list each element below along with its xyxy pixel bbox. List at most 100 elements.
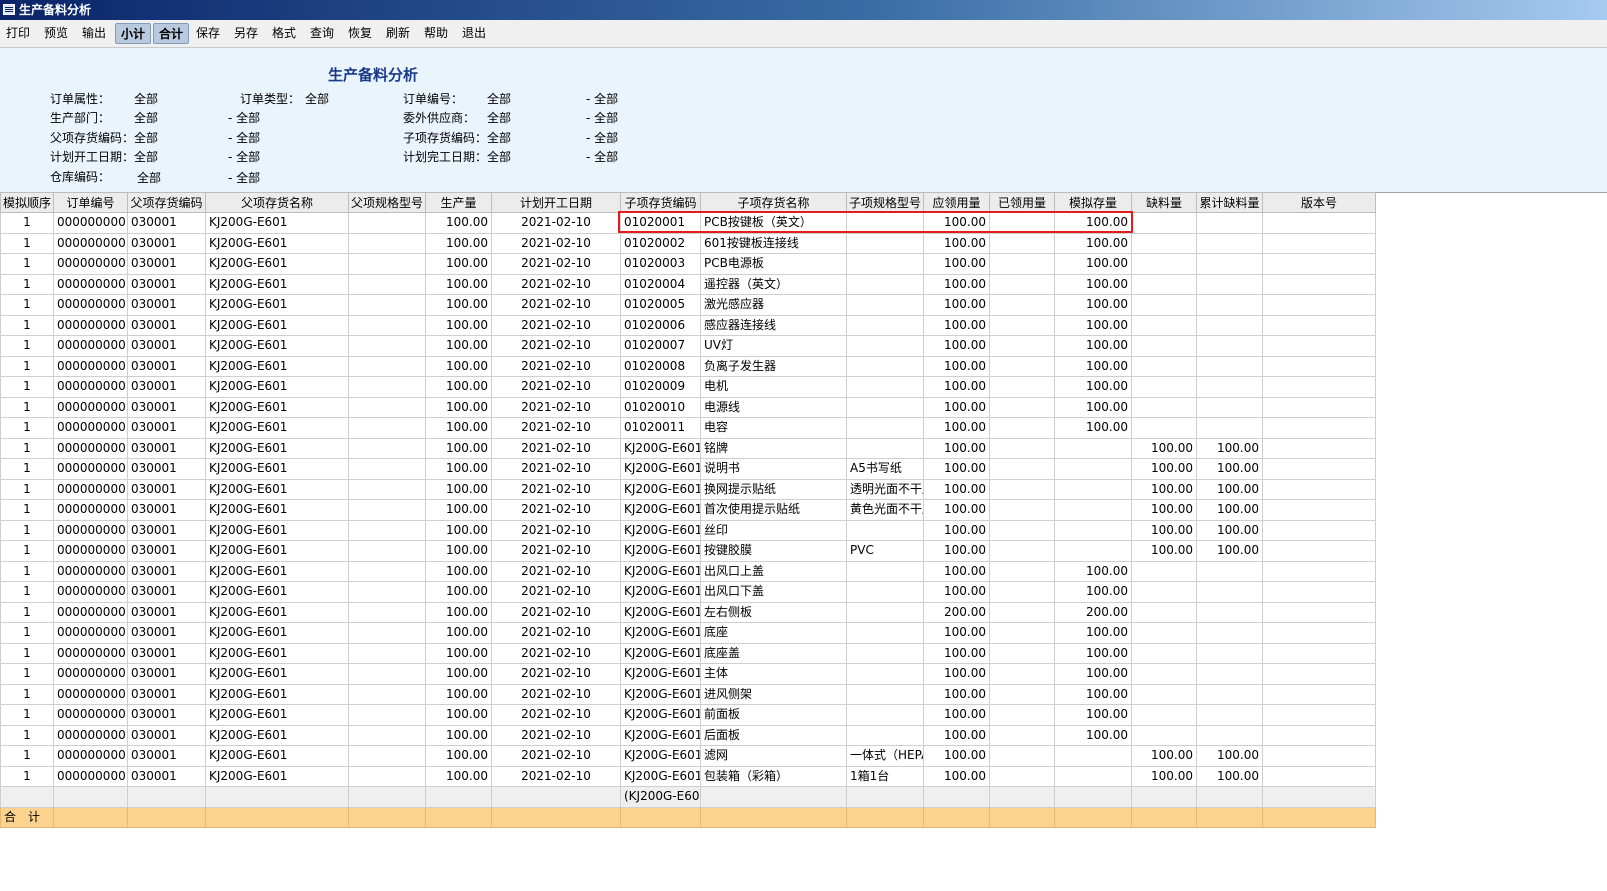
table-row[interactable]: 1 0000000001 030001 KJ200G-E601 100.00 2021-0… bbox=[0, 663, 1376, 685]
cell-child-code: KJ200G-E601 bbox=[620, 745, 701, 767]
help-button[interactable]: 帮助 bbox=[420, 23, 452, 44]
cell-child-code: KJ200G-E601 bbox=[620, 704, 701, 726]
cell-sim-stock: 100.00 bbox=[1054, 396, 1132, 418]
cell-child-spec bbox=[846, 212, 924, 234]
save-as-button[interactable]: 另存 bbox=[230, 23, 262, 44]
cell-parent-name: KJ200G-E601 bbox=[205, 273, 349, 295]
table-row[interactable]: 1 0000000001 030001 KJ200G-E601 100.00 2021-0… bbox=[0, 294, 1376, 316]
exit-button[interactable]: 退出 bbox=[458, 23, 490, 44]
cell-version-no bbox=[1262, 376, 1376, 398]
cell-child-spec: A5书写纸 bbox=[846, 458, 924, 480]
col-header-shortage-qty[interactable]: 缺料量 bbox=[1131, 192, 1197, 213]
save-button[interactable]: 保存 bbox=[192, 23, 224, 44]
col-header-child-code[interactable]: 子项存货编码 bbox=[620, 192, 701, 213]
table-row[interactable]: 1 0000000001 030001 KJ200G-E601 100.00 2021-0… bbox=[0, 765, 1376, 787]
cell-parent-code: 030001 bbox=[127, 478, 206, 500]
table-row[interactable]: 1 0000000001 030001 KJ200G-E601 100.00 2021-0… bbox=[0, 253, 1376, 275]
subtotal-cell bbox=[923, 786, 990, 808]
cell-sim-order: 1 bbox=[0, 253, 54, 275]
cell-sim-stock bbox=[1054, 745, 1132, 767]
table-row[interactable]: 1 0000000001 030001 KJ200G-E601 100.00 2021-0… bbox=[0, 560, 1376, 582]
table-row[interactable]: 1 0000000001 030001 KJ200G-E601 100.00 2021-0… bbox=[0, 642, 1376, 664]
cell-parent-code: 030001 bbox=[127, 273, 206, 295]
cell-issued-qty bbox=[989, 745, 1055, 767]
table-row[interactable]: 1 0000000001 030001 KJ200G-E601 100.00 2021-0… bbox=[0, 499, 1376, 521]
query-button[interactable]: 查询 bbox=[306, 23, 338, 44]
cell-child-spec bbox=[846, 622, 924, 644]
col-header-parent-code[interactable]: 父项存货编码 bbox=[127, 192, 206, 213]
print-button[interactable]: 打印 bbox=[2, 23, 34, 44]
cell-shortage-qty bbox=[1131, 232, 1197, 254]
format-button[interactable]: 格式 bbox=[268, 23, 300, 44]
table-row[interactable]: 1 0000000001 030001 KJ200G-E601 100.00 2021-0… bbox=[0, 683, 1376, 705]
preview-button[interactable]: 预览 bbox=[40, 23, 72, 44]
col-header-child-name[interactable]: 子项存货名称 bbox=[700, 192, 847, 213]
table-row[interactable]: 1 0000000001 030001 KJ200G-E601 100.00 2021-0… bbox=[0, 273, 1376, 295]
refresh-button[interactable]: 刷新 bbox=[382, 23, 414, 44]
cell-parent-code: 030001 bbox=[127, 683, 206, 705]
table-row[interactable]: 1 0000000001 030001 KJ200G-E601 100.00 2021-0… bbox=[0, 437, 1376, 459]
cell-parent-spec bbox=[348, 745, 426, 767]
cell-parent-name: KJ200G-E601 bbox=[205, 314, 349, 336]
subtotal-cell bbox=[348, 786, 426, 808]
table-row[interactable]: 1 0000000001 030001 KJ200G-E601 100.00 2021-0… bbox=[0, 396, 1376, 418]
table-row[interactable]: 1 0000000001 030001 KJ200G-E601 100.00 2021-0… bbox=[0, 581, 1376, 603]
col-header-prod-qty[interactable]: 生产量 bbox=[425, 192, 492, 213]
table-row[interactable]: 1 0000000001 030001 KJ200G-E601 100.00 2021-0… bbox=[0, 622, 1376, 644]
table-row[interactable]: 1 0000000001 030001 KJ200G-E601 100.00 2021-0… bbox=[0, 335, 1376, 357]
subtotal-button[interactable]: 小计 bbox=[115, 23, 151, 44]
cell-order-no: 0000000001 bbox=[53, 581, 128, 603]
cell-sim-order: 1 bbox=[0, 765, 54, 787]
col-header-issued-qty[interactable]: 已领用量 bbox=[989, 192, 1055, 213]
cell-parent-spec bbox=[348, 294, 426, 316]
cell-order-no: 0000000001 bbox=[53, 519, 128, 541]
table-row[interactable]: 1 0000000001 030001 KJ200G-E601 100.00 2021-0… bbox=[0, 519, 1376, 541]
col-header-child-spec[interactable]: 子项规格型号 bbox=[846, 192, 924, 213]
table-row[interactable]: 1 0000000001 030001 KJ200G-E601 100.00 2021-0… bbox=[0, 704, 1376, 726]
cell-version-no bbox=[1262, 253, 1376, 275]
table-row[interactable]: 1 0000000001 030001 KJ200G-E601 100.00 2021-0… bbox=[0, 458, 1376, 480]
table-row[interactable]: 1 0000000001 030001 KJ200G-E601 100.00 2021-0… bbox=[0, 724, 1376, 746]
col-header-cum-shortage-qty[interactable]: 累计缺料量 bbox=[1196, 192, 1263, 213]
col-header-required-qty[interactable]: 应领用量 bbox=[923, 192, 990, 213]
col-header-sim-order[interactable]: 模拟顺序 bbox=[0, 192, 54, 213]
cell-sim-order: 1 bbox=[0, 335, 54, 357]
cell-cum-shortage-qty bbox=[1196, 335, 1263, 357]
cell-child-name: 说明书 bbox=[700, 458, 847, 480]
cell-sim-stock: 100.00 bbox=[1054, 253, 1132, 275]
col-header-version-no[interactable]: 版本号 bbox=[1262, 192, 1376, 213]
cell-issued-qty bbox=[989, 519, 1055, 541]
cell-required-qty: 100.00 bbox=[923, 519, 990, 541]
table-row[interactable]: 1 0000000001 030001 KJ200G-E601 100.00 2021-0… bbox=[0, 232, 1376, 254]
cell-parent-spec bbox=[348, 622, 426, 644]
filter-vendor-value: 全部 bbox=[487, 111, 512, 125]
cell-child-spec bbox=[846, 273, 924, 295]
col-header-plan-start-date[interactable]: 计划开工日期 bbox=[491, 192, 621, 213]
col-header-order-no[interactable]: 订单编号 bbox=[53, 192, 128, 213]
filter-child-code-value: 全部 bbox=[487, 131, 512, 145]
table-row[interactable]: 1 0000000001 030001 KJ200G-E601 100.00 2021-0… bbox=[0, 745, 1376, 767]
cell-parent-name: KJ200G-E601 bbox=[205, 663, 349, 685]
table-row[interactable]: 1 0000000001 030001 KJ200G-E601 100.00 2021-0… bbox=[0, 314, 1376, 336]
export-button[interactable]: 输出 bbox=[78, 23, 110, 44]
total-button[interactable]: 合计 bbox=[153, 23, 189, 44]
cell-child-code: KJ200G-E601 bbox=[620, 724, 701, 746]
col-header-parent-spec[interactable]: 父项规格型号 bbox=[348, 192, 426, 213]
col-header-sim-stock[interactable]: 模拟存量 bbox=[1054, 192, 1132, 213]
table-row[interactable]: 1 0000000001 030001 KJ200G-E601 100.00 2021-0… bbox=[0, 212, 1376, 234]
cell-sim-order: 1 bbox=[0, 417, 54, 439]
table-row[interactable]: 1 0000000001 030001 KJ200G-E601 100.00 2021-0… bbox=[0, 601, 1376, 623]
col-header-parent-name[interactable]: 父项存货名称 bbox=[205, 192, 349, 213]
cell-required-qty: 100.00 bbox=[923, 294, 990, 316]
table-row[interactable]: 1 0000000001 030001 KJ200G-E601 100.00 2021-0… bbox=[0, 478, 1376, 500]
cell-parent-name: KJ200G-E601 bbox=[205, 232, 349, 254]
restore-button[interactable]: 恢复 bbox=[344, 23, 376, 44]
table-row[interactable]: 1 0000000001 030001 KJ200G-E601 100.00 2021-0… bbox=[0, 376, 1376, 398]
toolbar: 打印 预览 输出 小计 合计 保存 另存 格式 查询 恢复 刷新 帮助 退出 bbox=[0, 20, 1607, 48]
cell-prod-qty: 100.00 bbox=[425, 601, 492, 623]
cell-order-no: 0000000001 bbox=[53, 396, 128, 418]
window-title: 生产备料分析 bbox=[19, 3, 92, 17]
table-row[interactable]: 1 0000000001 030001 KJ200G-E601 100.00 2021-0… bbox=[0, 540, 1376, 562]
table-row[interactable]: 1 0000000001 030001 KJ200G-E601 100.00 2021-0… bbox=[0, 355, 1376, 377]
table-row[interactable]: 1 0000000001 030001 KJ200G-E601 100.00 2021-0… bbox=[0, 417, 1376, 439]
